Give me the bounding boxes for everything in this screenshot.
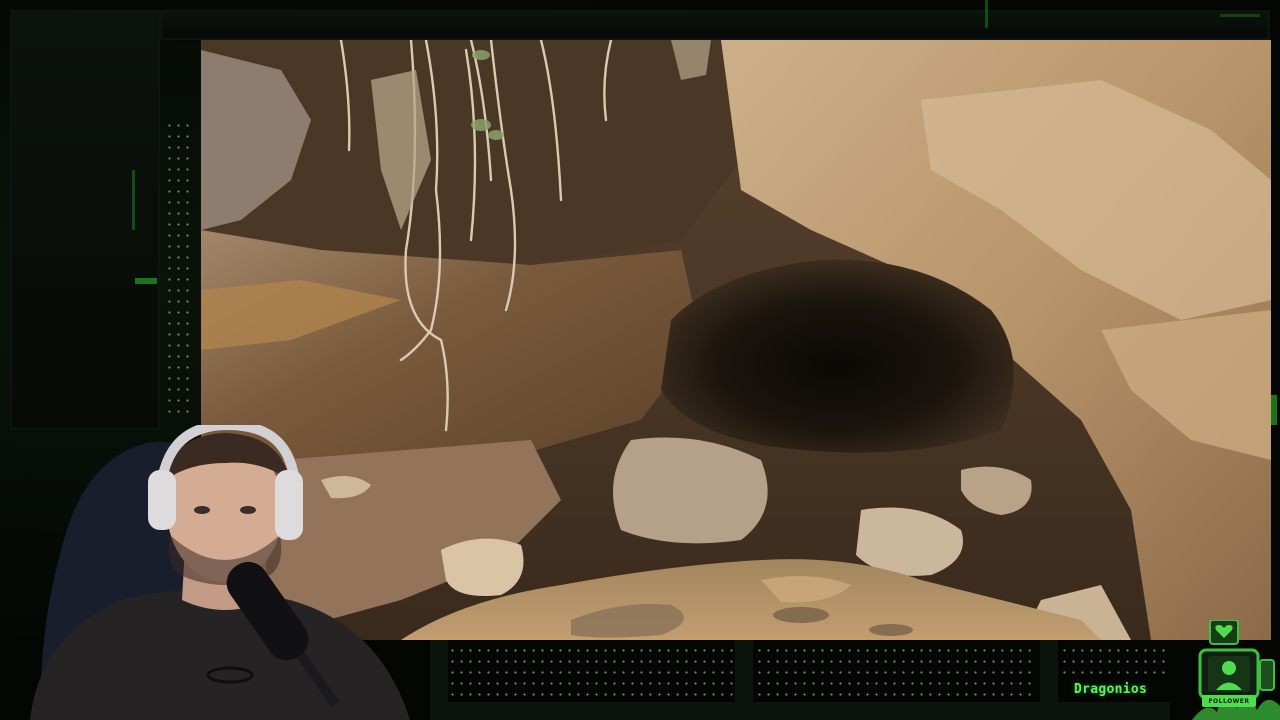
window-sill xyxy=(430,702,1170,720)
accent-line xyxy=(1220,14,1260,17)
top-window-pane xyxy=(160,10,1270,40)
streamer-name-label: Dragonios xyxy=(1074,682,1148,697)
webcam-feed xyxy=(0,425,430,720)
accent-line xyxy=(1271,395,1277,425)
left-window-pane xyxy=(10,10,160,430)
follower-badge-label: FOLLOWER xyxy=(1208,698,1250,705)
city-lights xyxy=(1060,645,1170,675)
stream-overlay: Dragonios FOLLOWER xyxy=(0,0,1280,720)
city-lights xyxy=(755,645,1037,700)
accent-line xyxy=(985,0,988,28)
accent-line xyxy=(132,170,135,230)
city-lights xyxy=(448,645,733,700)
person-icon xyxy=(1222,661,1236,675)
streamer-camera xyxy=(30,425,410,720)
accent-line xyxy=(135,278,157,284)
city-lights xyxy=(165,120,195,420)
